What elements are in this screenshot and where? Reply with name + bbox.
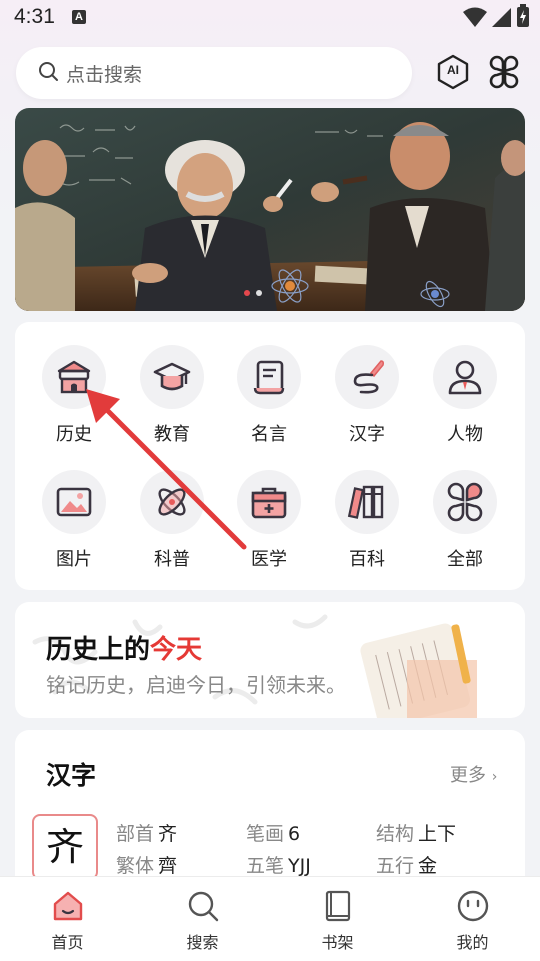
book-icon	[325, 890, 350, 922]
history-title-main: 历史上的	[46, 635, 151, 665]
hanzi-field-element: 五行金	[376, 851, 437, 878]
battery-icon	[517, 4, 529, 27]
books-icon	[347, 485, 384, 519]
hanzi-more-link[interactable]: 更多 ›	[450, 761, 497, 787]
status-bar: 4:31 A	[0, 0, 540, 36]
category-label: 全部	[447, 549, 483, 570]
nav-label: 首页	[51, 933, 84, 952]
field-key: 繁体	[116, 855, 155, 877]
search-icon	[188, 891, 218, 922]
more-label: 更多	[450, 765, 486, 786]
hanzi-field-structure: 结构 上下	[376, 819, 456, 846]
search-placeholder: 点击搜索	[66, 64, 143, 86]
category-all[interactable]: 全部	[417, 470, 513, 571]
signal-icon	[492, 8, 511, 27]
accessibility-icon: A	[72, 10, 86, 24]
bottom-nav: 首页 搜索 书架 我的	[0, 876, 540, 961]
history-today-title: 历史上的今天	[46, 629, 202, 666]
category-encyclopedia[interactable]: 百科	[319, 470, 415, 571]
nav-home[interactable]: 首页	[0, 889, 135, 953]
field-key: 部首	[116, 823, 155, 845]
search-icon	[39, 62, 58, 81]
field-key: 笔画	[246, 823, 285, 845]
nav-label: 搜索	[186, 933, 219, 952]
apps-clover-icon[interactable]	[487, 55, 521, 89]
hanzi-field-radical: 部首齐	[116, 819, 177, 846]
carousel-dot[interactable]	[256, 290, 262, 296]
category-hanzi[interactable]: 汉字	[319, 345, 415, 446]
hanzi-section-title: 汉字	[46, 761, 97, 790]
nav-bookshelf[interactable]: 书架	[270, 889, 405, 953]
field-value: 上下	[418, 823, 457, 845]
home-icon	[53, 891, 82, 921]
hanzi-field-traditional: 繁体齊	[116, 851, 177, 878]
field-value: 齊	[158, 855, 178, 877]
brush-stroke-icon	[353, 360, 384, 394]
category-label: 汉字	[349, 424, 385, 445]
person-icon	[448, 360, 482, 395]
hanzi-character-box[interactable]: 齐	[32, 814, 98, 880]
scroll-icon	[253, 360, 285, 395]
hanzi-field-strokes: 笔画 6	[246, 819, 300, 846]
history-title-highlight: 今天	[150, 635, 203, 665]
field-value: YJJ	[288, 855, 311, 877]
nav-label: 我的	[456, 933, 489, 952]
nav-label: 书架	[321, 933, 354, 952]
history-today-subtitle: 铭记历史，启迪今日，引领未来。	[46, 673, 346, 697]
field-key: 五笔	[246, 855, 285, 877]
nav-profile[interactable]: 我的	[405, 889, 540, 953]
wifi-icon	[463, 7, 487, 27]
ai-button[interactable]: AI	[436, 54, 470, 90]
banner-carousel[interactable]	[15, 108, 525, 311]
red-arrow-annotation	[86, 389, 247, 550]
ai-label: AI	[447, 63, 459, 77]
field-value: 金	[418, 855, 438, 877]
clover-grid-icon	[447, 482, 483, 522]
category-people[interactable]: 人物	[417, 345, 513, 446]
hanzi-field-wubi: 五笔 YJJ	[246, 851, 311, 878]
medical-kit-icon	[251, 487, 287, 519]
status-time: 4:31	[14, 5, 55, 28]
field-value: 6	[288, 823, 301, 845]
category-label: 人物	[447, 424, 483, 445]
smiley-face-icon	[457, 890, 488, 922]
history-today-card[interactable]: 历史上的今天 铭记历史，启迪今日，引领未来。	[15, 602, 525, 718]
chevron-right-icon: ›	[491, 769, 498, 785]
category-label: 百科	[349, 549, 385, 570]
nav-search[interactable]: 搜索	[135, 889, 270, 953]
search-bar[interactable]: 点击搜索	[16, 47, 412, 99]
field-key: 结构	[376, 823, 415, 845]
field-key: 五行	[376, 855, 415, 877]
banner-illustration	[15, 108, 525, 311]
field-value: 齐	[158, 823, 178, 845]
carousel-dot-active[interactable]	[244, 290, 250, 296]
